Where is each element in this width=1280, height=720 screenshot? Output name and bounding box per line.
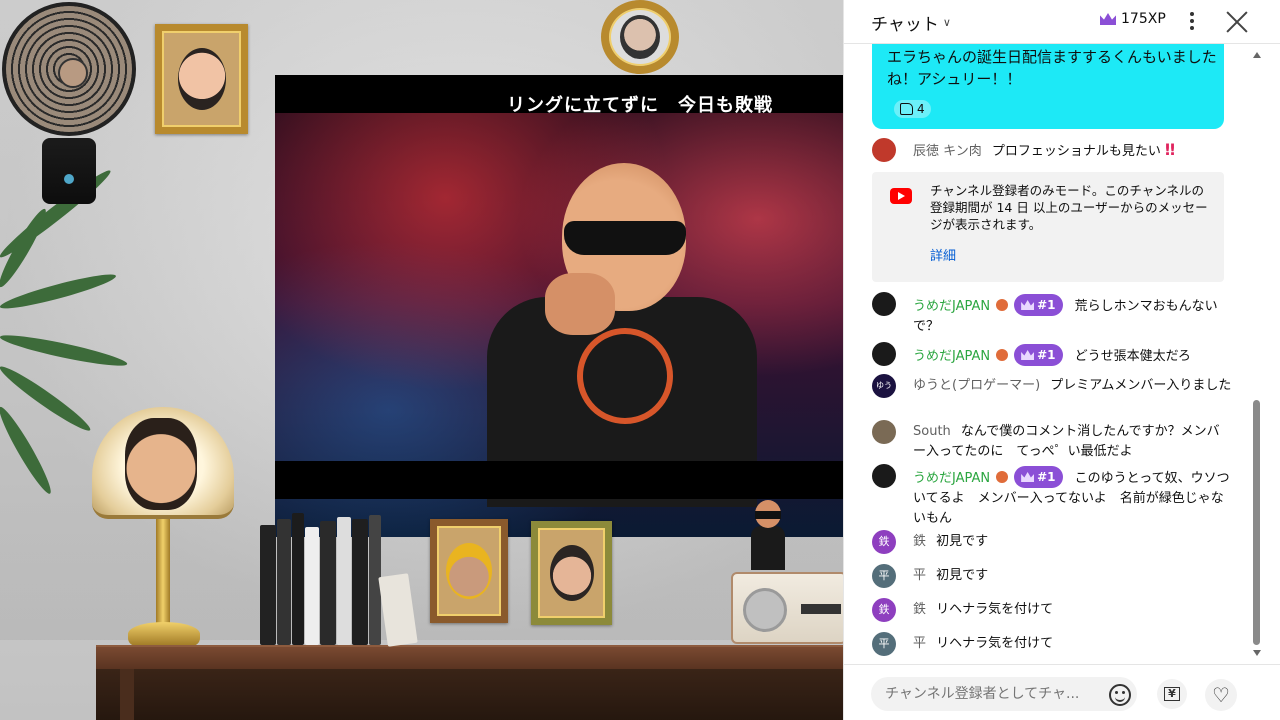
shelf-front [96,669,843,720]
crown-icon [1021,350,1035,360]
avatar[interactable]: 鉄 [872,598,896,622]
message-author[interactable]: うめだJAPAN [913,299,990,314]
message-author[interactable]: 鉄 [913,534,926,549]
figurine [749,500,787,574]
message-text: リヘナラ気を付けて [936,636,1054,651]
crown-icon [1021,472,1035,482]
crown-icon [1100,13,1116,25]
chat-input-bar: ¥ ♡ [844,664,1280,720]
notice-text: チャンネル登録者のみモード。このチャンネルの登録期間が 14 日 以上のユーザー… [930,183,1208,232]
message-text: なんで僕のコメント消したんですか？メンバー入ってたのに てっぺ゜い最低だよ [913,424,1220,459]
portrait-frame-1 [155,24,248,134]
member-badge-icon [996,299,1009,311]
radio [731,572,843,644]
portrait-frame-woman [531,521,612,625]
scrollbar-thumb[interactable] [1253,400,1260,645]
subscriber-only-notice: チャンネル登録者のみモード。このチャンネルの登録期間が 14 日 以上のユーザー… [872,172,1224,282]
chat-title: チャット [871,15,939,35]
close-icon[interactable] [1225,10,1249,34]
member-badge-icon [996,349,1009,361]
message-author[interactable]: うめだJAPAN [913,349,990,364]
chat-messages[interactable]: エラちゃんの誕生日配信ますするくんもいましたね！アシュリー！！ 4 辰徳 キン肉… [844,44,1280,664]
chat-header: チャット ∨ 175XP [844,0,1280,44]
daruma-logo [577,328,673,424]
message-text: どうせ張本健太だろ [1074,349,1191,364]
message-text: プロフェッショナルも見たい [991,144,1161,159]
super-chat-card: エラちゃんの誕生日配信ますするくんもいましたね！アシュリー！！ 4 [872,44,1224,129]
chat-input[interactable] [871,677,1137,711]
shelf [96,645,843,669]
avatar[interactable] [872,138,896,162]
like-count: 4 [917,102,925,116]
avatar[interactable]: 鉄 [872,530,896,554]
emoji-icon[interactable] [1109,684,1131,706]
crown-icon [1021,300,1035,310]
fan-decoration [0,2,138,204]
message-author[interactable]: 平 [913,636,926,651]
message-author[interactable]: うめだJAPAN [913,471,990,486]
stream-video-area[interactable]: リングに立てずに 今日も敗戦 [0,0,843,720]
xp-badge[interactable]: 175XP [1100,11,1166,27]
scroll-down-arrow-icon[interactable] [1253,650,1261,656]
avatar[interactable] [872,292,896,316]
chevron-down-icon: ∨ [942,16,951,29]
avatar[interactable]: ゆう [872,374,896,398]
scroll-up-arrow-icon[interactable] [1253,52,1261,58]
yen-icon: ¥ [1164,687,1180,701]
youtube-icon [890,188,912,204]
thumbs-up-icon [900,103,913,115]
rank-badge: #1 [1014,466,1063,488]
avatar[interactable]: 平 [872,632,896,656]
super-chat-text: エラちゃんの誕生日配信ますするくんもいましたね！アシュリー！！ [887,48,1217,88]
avatar[interactable] [872,464,896,488]
message-author[interactable]: 平 [913,568,926,583]
avatar[interactable] [872,420,896,444]
avatar[interactable]: 平 [872,564,896,588]
shelf-leg [120,669,134,720]
rank-badge: #1 [1014,344,1063,366]
heart-icon[interactable]: ♡ [1205,679,1237,711]
video-caption: リングに立てずに 今日も敗戦 [507,95,773,116]
message-author[interactable]: South [913,424,951,439]
tv-screen: リングに立てずに 今日も敗戦 [275,75,843,537]
message-author[interactable]: 鉄 [913,602,926,617]
double-exclamation-emoji: ‼ [1165,140,1176,159]
message-text: 初見です [936,568,989,583]
details-link[interactable]: 詳細 [930,245,956,264]
more-options-icon[interactable] [1184,8,1200,34]
portrait-frame-round [601,0,679,74]
message-text: プレミアムメンバー入りました [1050,378,1232,393]
message-author[interactable]: ゆうと(プロゲーマー) [913,378,1040,393]
xp-value: 175XP [1121,11,1166,27]
member-badge-icon [996,471,1009,483]
rank-badge: #1 [1014,294,1063,316]
portrait-frame-helmet [430,519,508,623]
message-author[interactable]: 辰徳 キン肉 [913,144,982,159]
chat-mode-dropdown[interactable]: チャット ∨ [871,10,951,35]
avatar[interactable] [872,342,896,366]
live-chat-panel: チャット ∨ 175XP エラちゃんの誕生日配信ますするくんもいましたね！アシュ… [843,0,1280,720]
like-button[interactable]: 4 [894,100,931,118]
message-text: リヘナラ気を付けて [936,602,1054,617]
message-text: 初見です [936,534,989,549]
super-chat-button[interactable]: ¥ [1157,679,1187,709]
